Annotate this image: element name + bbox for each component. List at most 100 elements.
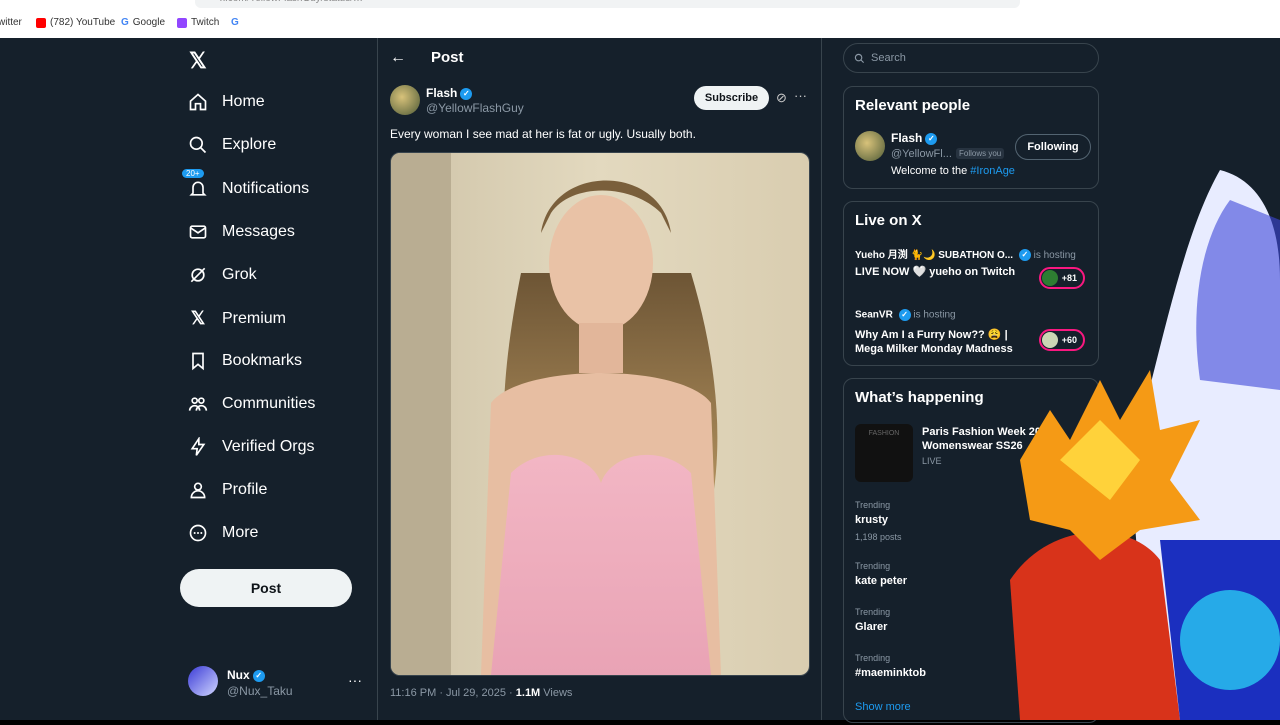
x-logo-icon[interactable]: 𝕏 [189,48,207,74]
bell-icon [189,181,207,196]
post-meta: 11:16 PM · Jul 29, 2025 · 1.1M Views [390,687,572,699]
trend-topic[interactable]: krusty [855,514,888,526]
verified-icon: ✓ [252,669,265,682]
bookmark-google[interactable]: G Google [121,17,165,28]
bookmark-icon [192,352,204,371]
trend-label: Trending [855,653,891,663]
avatar [1042,332,1058,348]
search-input[interactable]: Search [843,43,1099,73]
post-column: ← Post Flash ✓ @YellowFlashGuy Subscribe … [377,38,822,720]
person-name[interactable]: Flash [891,131,922,145]
nav-communities[interactable]: Communities [188,394,315,414]
bookmark-youtube[interactable]: (782) YouTube [36,17,115,28]
live-host-2[interactable]: SeanVR ✓ is hosting [855,309,956,321]
browser-bar: x.com/YellowFlashGuy/status/… witter (78… [0,0,1280,38]
nav-more[interactable]: More [188,523,258,543]
trend-topic[interactable]: Glarer [855,621,887,633]
post-time[interactable]: 11:16 PM · Jul 29, 2025 · [390,687,516,699]
person-handle: @YellowFl... [891,148,952,160]
live-on-x-card: Live on X Yueho 月渕 🐈🌙 SUBATHON O... ✓ is… [843,201,1099,366]
nav-grok[interactable]: Grok [188,265,257,285]
trend-topic[interactable]: #maeminktob [855,667,926,679]
view-label: Views [540,687,573,699]
google-icon: G [231,17,239,28]
envelope-icon [189,225,207,239]
search-icon [189,136,207,154]
page-title: Post [431,49,464,66]
user-icon [190,482,206,499]
nav-messages[interactable]: Messages [188,222,295,242]
author-avatar[interactable] [390,85,420,115]
twitch-icon [177,17,187,28]
post-image[interactable] [390,152,810,676]
verified-icon: ✓ [925,132,938,145]
home-icon [189,93,207,111]
lightning-icon [190,437,206,456]
account-handle: @Nux_Taku [227,684,293,698]
x-premium-icon: 𝕏 [190,308,206,328]
youtube-icon [36,17,46,28]
google-icon: G [121,17,129,28]
following-button[interactable]: Following [1015,134,1091,160]
people-icon [188,397,208,411]
avatar [188,666,218,696]
account-switcher[interactable]: Nux ✓ @Nux_Taku ··· [188,666,368,702]
avatar[interactable] [855,131,885,161]
hashtag-link[interactable]: #IronAge [970,165,1015,177]
nav-profile[interactable]: Profile [188,480,267,500]
author-handle[interactable]: @YellowFlashGuy [426,101,524,115]
bookmark-twitch[interactable]: Twitch [177,17,219,28]
post-button[interactable]: Post [180,569,352,607]
verified-icon: ✓ [898,309,911,321]
view-count: 1.1M [515,687,541,699]
author-name[interactable]: Flash [426,86,457,100]
nav-premium[interactable]: 𝕏 Premium [188,308,286,329]
subscribe-button[interactable]: Subscribe [694,86,769,110]
search-icon [854,53,865,63]
nav-home[interactable]: Home [188,92,265,112]
verified-icon: ✓ [460,87,473,100]
live-title: Live on X [855,212,922,229]
trend-label: Trending [855,500,891,510]
nav-explore[interactable]: Explore [188,135,276,155]
grok-icon[interactable]: ⊘ [776,90,787,106]
grok-icon [190,267,206,283]
photo [391,153,809,675]
nav-notifications[interactable]: 20+ Notifications [182,169,309,199]
live-host-1[interactable]: Yueho 月渕 🐈🌙 SUBATHON O... ✓ is hosting [855,246,1076,262]
more-icon[interactable]: ··· [794,88,807,103]
listener-count-2[interactable]: +60 [1039,329,1085,351]
event-status: LIVE [922,456,942,466]
relevant-title: Relevant people [855,97,971,114]
nav-verified-orgs[interactable]: Verified Orgs [188,437,314,457]
whats-happening-card: What’s happening FASHION Paris Fashion W… [843,378,1099,723]
avatar [1042,270,1058,286]
listener-count-1[interactable]: +81 [1039,267,1085,289]
bookmark-google-2[interactable]: G [231,17,239,28]
trend-count: 1,198 posts [855,532,902,542]
nav-bookmarks[interactable]: Bookmarks [188,351,302,371]
live-space-title-1[interactable]: LIVE NOW 🤍 yueho on Twitch [855,265,1035,279]
more-icon[interactable]: ··· [348,672,362,688]
search-placeholder: Search [871,52,906,64]
x-app: 𝕏 Home Explore 20+ Notifications Message… [0,38,1280,723]
account-name: Nux [227,668,250,682]
bookmark-twitter[interactable]: witter [0,17,22,28]
trend-label: Trending [855,607,891,617]
address-bar[interactable]: x.com/YellowFlashGuy/status/… [195,0,1020,8]
notification-badge: 20+ [182,169,204,178]
verified-icon: ✓ [1018,249,1031,262]
show-more-link[interactable]: Show more [855,701,911,713]
event-thumbnail[interactable]: FASHION [855,424,913,482]
happening-title: What’s happening [855,389,984,406]
back-arrow-icon[interactable]: ← [390,49,406,67]
relevant-people-card: Relevant people Flash ✓ @YellowFl... Foll… [843,86,1099,189]
trend-label: Trending [855,561,891,571]
follows-you-badge: Follows you [956,148,1005,159]
post-text: Every woman I see mad at her is fat or u… [390,127,696,141]
live-space-title-2[interactable]: Why Am I a Furry Now?? 😩 | Mega Milker M… [855,328,1035,356]
more-circle-icon [189,524,207,542]
sidebar: 𝕏 Home Explore 20+ Notifications Message… [180,38,377,720]
trend-topic[interactable]: kate peter [855,575,907,587]
event-title[interactable]: Paris Fashion Week 20 Womenswear SS26 [922,425,1052,453]
